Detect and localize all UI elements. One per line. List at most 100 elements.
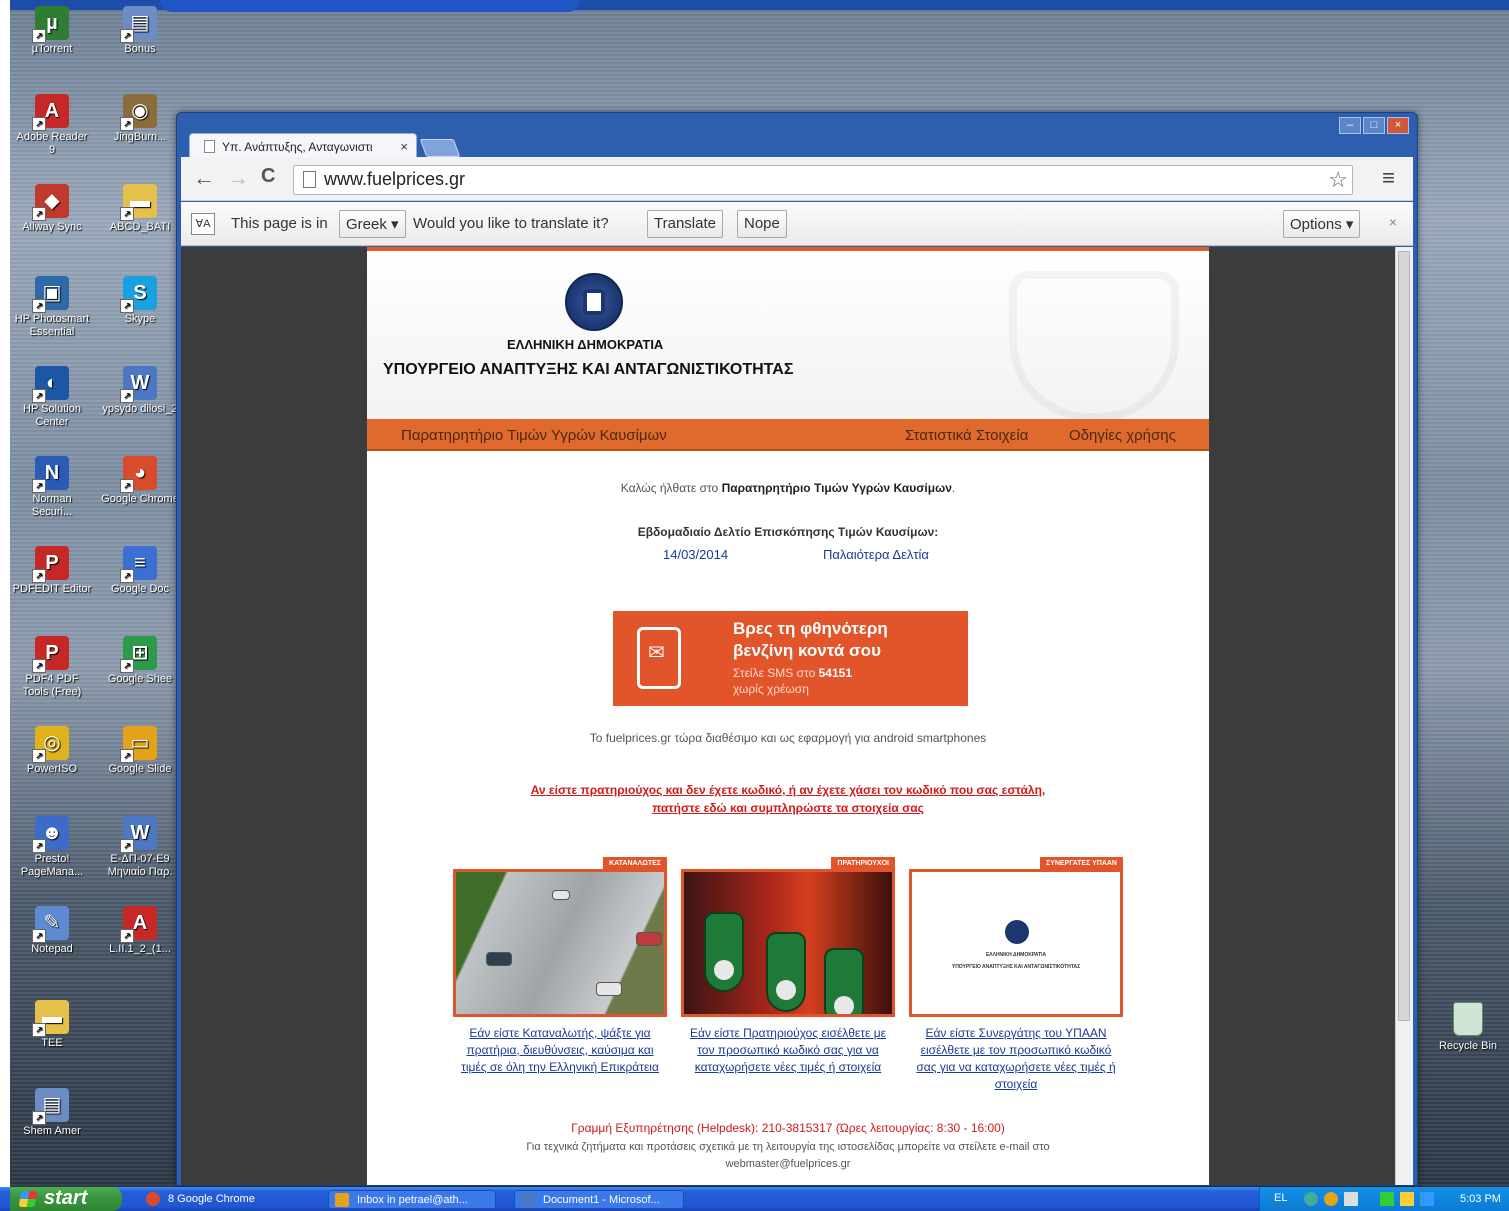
android-app-text: Το fuelprices.gr τώρα διαθέσιμο και ως ε… — [589, 731, 987, 745]
language-select[interactable]: Greek ▾ — [339, 210, 406, 238]
desktop-icon[interactable]: ▬ABCD_BATI — [100, 184, 180, 234]
card-caption[interactable]: Εάν είστε Πρατηριούχος εισέλθετε με τον … — [681, 1025, 895, 1076]
vertical-scrollbar[interactable] — [1395, 247, 1413, 1185]
card-tag: ΣΥΝΕΡΓΑΤΕΣ ΥΠΑΑΝ — [1039, 857, 1123, 871]
forward-arrow-icon[interactable]: → — [227, 165, 249, 191]
chrome-menu-icon[interactable]: ≡ — [1382, 165, 1395, 191]
app-icon: ▤ — [120, 6, 157, 43]
language-indicator[interactable]: EL — [1274, 1192, 1287, 1204]
url-text: www.fuelprices.gr — [324, 169, 466, 189]
card-caption[interactable]: Εάν είστε Συνεργάτης του ΥΠΑΑΝ εισέλθετε… — [909, 1025, 1123, 1093]
network-icon[interactable] — [1304, 1192, 1318, 1206]
start-button[interactable]: start — [10, 1187, 122, 1211]
desktop-icon[interactable]: ▭Google Slide — [100, 726, 180, 776]
desktop-icon[interactable]: Wypsydo dilosi_2 — [100, 366, 180, 416]
close-infobar-icon[interactable]: × — [1389, 214, 1397, 230]
app-icon: ◉ — [120, 94, 157, 131]
desktop-icon[interactable]: ◐HP Solution Center — [12, 366, 92, 429]
desktop-icon-label: TEE — [41, 1037, 63, 1049]
nope-button[interactable]: Nope — [737, 210, 787, 238]
desktop-icon[interactable]: AAdobe Reader 9 — [12, 94, 92, 157]
site-header: ΕΛΛΗΝΙΚΗ ΔΗΜΟΚΡΑΤΙΑ ΥΠΟΥΡΓΕΙΟ ΑΝΑΠΤΥΞΗΣ … — [367, 247, 1209, 421]
tech-support-text: Για τεχνικά ζητήματα και προτάσεις σχετι… — [526, 1141, 1050, 1153]
desktop-icon[interactable]: ◆Allway Sync — [12, 184, 92, 234]
app-icon: ☻ — [32, 816, 69, 853]
welcome-text: Καλώς ήλθατε στο Παρατηρητήριο Τιμών Υγρ… — [620, 481, 956, 495]
new-tab-button[interactable] — [419, 139, 461, 157]
app-tray-icon[interactable] — [1324, 1192, 1338, 1206]
desktop-icon[interactable]: NNorman Securi... — [12, 456, 92, 519]
app-icon: ◕ — [120, 456, 157, 493]
desktop-icon-label: HP Solution Center — [23, 403, 81, 428]
desktop-icon-label: PowerISO — [26, 763, 78, 775]
watermark-emblem — [1009, 271, 1179, 421]
card-caption[interactable]: Εάν είστε Καταναλωτής, ψάξτε για πρατήρι… — [453, 1025, 667, 1076]
options-button[interactable]: Options ▾ — [1283, 210, 1361, 238]
desktop-icon[interactable]: WE-ΔΠ-07-Ε9 Μηνιαίο Παρ. — [100, 816, 180, 879]
translate-button[interactable]: Translate — [647, 210, 723, 238]
nav-guide[interactable]: Οδηγίες χρήσης — [1069, 427, 1176, 444]
app-icon: ▬ — [32, 1000, 69, 1037]
bookmark-star-icon[interactable]: ☆ — [1328, 167, 1348, 193]
back-arrow-icon[interactable]: ← — [193, 165, 215, 191]
weekly-bulletin-link[interactable]: 14/03/2014 — [663, 547, 728, 562]
security-icon[interactable] — [1380, 1192, 1394, 1206]
weekly-title: Εβδομαδιαίο Δελτίο Επισκόπησης Τιμών Καυ… — [637, 525, 939, 539]
consumers-image[interactable] — [453, 869, 667, 1017]
desktop-icon-label: Skype — [124, 313, 156, 325]
tab-fuelprices[interactable]: Υπ. Ανάπτυξης, Ανταγωνιστι × — [189, 133, 417, 159]
translate-infobar: ⱯA This page is in Greek ▾ Would you lik… — [181, 202, 1413, 246]
desktop-icon[interactable]: ☻Presto! PageMana... — [12, 816, 92, 879]
tab-close-icon[interactable]: × — [400, 139, 408, 154]
translate-text: This page is in — [231, 215, 328, 232]
desktop-icon[interactable]: AL.II.1_2_(1... — [100, 906, 180, 956]
recycle-bin-icon[interactable]: Recycle Bin — [1430, 1002, 1506, 1052]
task-inbox[interactable]: Inbox in petrael@ath... — [328, 1190, 496, 1209]
sms-number-line: Στείλε SMS στο 54151 — [733, 666, 852, 680]
desktop-icon[interactable]: ▣HP Photosmart Essential — [12, 276, 92, 339]
desktop-wallpaper-accent — [160, 0, 580, 12]
desktop-icon[interactable]: ▤Bonus — [100, 6, 180, 56]
desktop-icon[interactable]: ⊞Google Shee — [100, 636, 180, 686]
nav-statistics[interactable]: Στατιστικά Στοιχεία — [905, 427, 1028, 444]
task-word-document[interactable]: Document1 - Microsof... — [514, 1190, 684, 1209]
app-icon: ⊞ — [120, 636, 157, 673]
sync-icon[interactable] — [1420, 1192, 1434, 1206]
ministry-logo-image[interactable]: ΕΛΛΗΝΙΚΗ ΔΗΜΟΚΡΑΤΙΑ ΥΠΟΥΡΓΕΙΟ ΑΝΑΠΤΥΞΗΣ … — [909, 869, 1123, 1017]
desktop-icon[interactable]: ◕Google Chrome — [100, 456, 180, 506]
volume-icon[interactable] — [1344, 1192, 1358, 1206]
desktop-icon[interactable]: PPDFEDIT Editor — [12, 546, 92, 596]
desktop-icon[interactable]: SSkype — [100, 276, 180, 326]
desktop-icon[interactable]: PPDF4 PDF Tools (Free) — [12, 636, 92, 699]
desktop-icon[interactable]: ◎PowerISO — [12, 726, 92, 776]
app-icon: µ — [32, 6, 69, 43]
register-link-line1[interactable]: Αν είστε πρατηριούχος και δεν έχετε κωδι… — [367, 783, 1209, 797]
mail-icon — [335, 1193, 349, 1207]
nav-observatory[interactable]: Παρατηρητήριο Τιμών Υγρών Καυσίμων — [401, 427, 667, 444]
fuel-pumps-image[interactable] — [681, 869, 895, 1017]
desktop-icon[interactable]: ✎Notepad — [12, 906, 92, 956]
sms-banner[interactable]: Βρες τη φθηνότερη βενζίνη κοντά σου Στεί… — [613, 611, 968, 706]
app-icon: ✎ — [32, 906, 69, 943]
desktop-icon-label: Bonus — [124, 43, 156, 55]
older-bulletins-link[interactable]: Παλαιότερα Δελτία — [823, 547, 929, 562]
app-icon: N — [32, 456, 69, 493]
card-tag: ΠΡΑΤΗΡΙΟΥΧΟΙ — [831, 857, 895, 871]
desktop-icon[interactable]: ◉JingBurn... — [100, 94, 180, 144]
update-icon[interactable] — [1400, 1192, 1414, 1206]
scroll-thumb[interactable] — [1398, 251, 1410, 1021]
webmaster-email-link[interactable]: webmaster@fuelprices.gr — [367, 1156, 1209, 1173]
browser-window: – □ × Υπ. Ανάπτυξης, Ανταγωνιστι × ← → C… — [176, 112, 1418, 1186]
desktop-icon[interactable]: ≡Google Doc — [100, 546, 180, 596]
reload-icon[interactable]: C — [261, 165, 275, 188]
desktop-icon[interactable]: ▤Shem Amer — [12, 1088, 92, 1138]
clock[interactable]: 5:03 PM — [1460, 1193, 1501, 1205]
app-icon: A — [120, 906, 157, 943]
task-chrome[interactable]: 8 Google Chrome — [140, 1190, 310, 1209]
address-bar[interactable]: www.fuelprices.gr ☆ — [293, 165, 1353, 195]
desktop-icon[interactable]: µµTorrent — [12, 6, 92, 56]
desktop-icon[interactable]: ▬TEE — [12, 1000, 92, 1050]
desktop-icon-label: Allway Sync — [22, 221, 82, 233]
app-icon: A — [32, 94, 69, 131]
register-link-line2[interactable]: πατήστε εδώ και συμπληρώστε τα στοιχεία … — [367, 801, 1209, 815]
